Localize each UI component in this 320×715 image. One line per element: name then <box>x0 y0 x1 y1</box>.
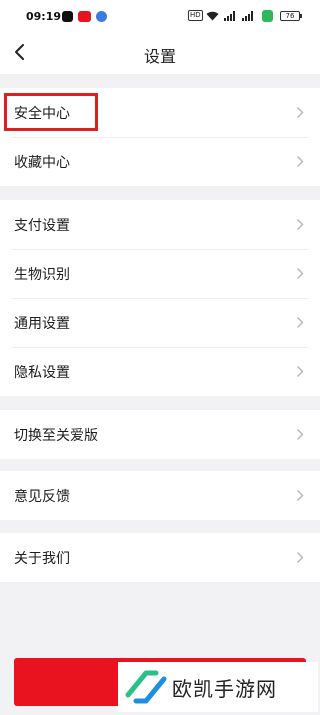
settings-item-biometrics[interactable]: 生物识别 <box>0 249 320 298</box>
charging-icon <box>262 10 273 22</box>
settings-item-general[interactable]: 通用设置 <box>0 298 320 347</box>
settings-item-label: 关于我们 <box>14 550 70 567</box>
watermark-logo-icon <box>125 670 167 704</box>
status-bar: 09:19 HD 76 <box>0 0 320 30</box>
settings-item-label: 生物识别 <box>14 266 70 283</box>
status-time: 09:19 <box>26 10 62 23</box>
chevron-right-icon <box>297 317 304 328</box>
signal-icon <box>242 11 254 21</box>
settings-item-favorites-center[interactable]: 收藏中心 <box>0 137 320 186</box>
settings-item-about-us[interactable]: 关于我们 <box>0 533 320 582</box>
wifi-icon <box>206 11 219 21</box>
settings-item-label: 支付设置 <box>14 217 70 234</box>
chevron-right-icon <box>297 552 304 563</box>
signal-icon <box>224 11 236 21</box>
settings-item-label: 通用设置 <box>14 315 70 332</box>
chevron-right-icon <box>297 219 304 230</box>
settings-group-mode: 切换至关爱版 <box>0 410 320 459</box>
settings-item-care-mode[interactable]: 切换至关爱版 <box>0 410 320 459</box>
chevron-right-icon <box>297 156 304 167</box>
settings-group-about: 关于我们 <box>0 533 320 582</box>
app-notification-icon <box>96 11 107 22</box>
chevron-right-icon <box>297 366 304 377</box>
page-title: 设置 <box>143 47 176 66</box>
chevron-right-icon <box>297 490 304 501</box>
settings-item-privacy[interactable]: 隐私设置 <box>0 347 320 396</box>
watermark-text: 欧凯手游网 <box>172 676 277 701</box>
app-notification-icon <box>62 11 73 22</box>
chevron-right-icon <box>297 268 304 279</box>
chevron-right-icon <box>297 429 304 440</box>
network-badge: HD <box>188 10 203 21</box>
settings-item-label: 意见反馈 <box>14 488 70 505</box>
highlight-box <box>4 93 98 131</box>
settings-item-label: 隐私设置 <box>14 364 70 381</box>
battery-icon: 76 <box>280 11 302 21</box>
watermark: 欧凯手游网 <box>118 662 318 712</box>
settings-group-preferences: 支付设置 生物识别 通用设置 隐私设置 <box>0 200 320 396</box>
settings-group-feedback: 意见反馈 <box>0 471 320 520</box>
settings-item-feedback[interactable]: 意见反馈 <box>0 471 320 520</box>
app-notification-icon <box>78 11 91 22</box>
settings-item-label: 切换至关爱版 <box>14 427 98 444</box>
nav-bar: 设置 <box>0 30 320 74</box>
settings-item-payment[interactable]: 支付设置 <box>0 200 320 249</box>
settings-item-label: 收藏中心 <box>14 154 70 171</box>
chevron-right-icon <box>297 107 304 118</box>
